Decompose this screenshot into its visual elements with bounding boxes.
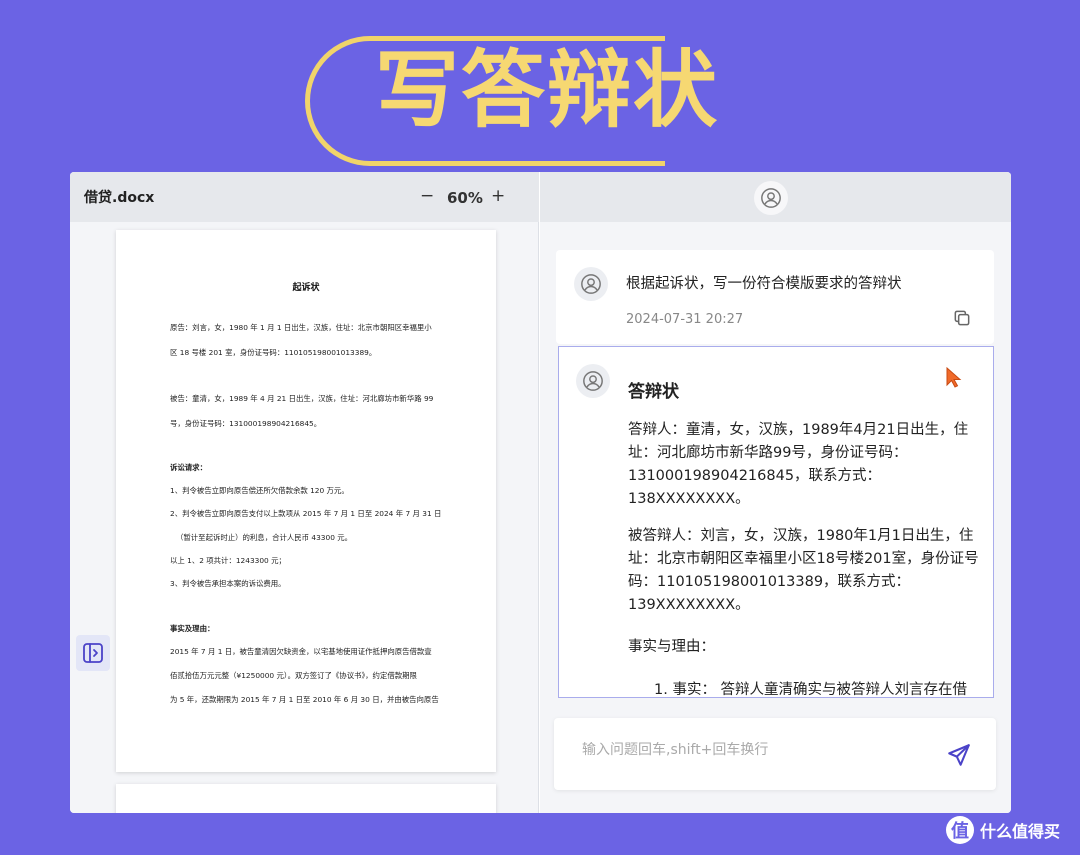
document-page: 起诉状 原告：刘言，女，1980 年 1 月 1 日出生，汉族，住址：北京市朝阳… xyxy=(116,230,496,772)
copy-icon[interactable] xyxy=(952,308,972,328)
document-line: 3、判令被告承担本案的诉讼费用。 xyxy=(170,579,286,588)
user-message-card: 根据起诉状，写一份符合模版要求的答辩状 2024-07-31 20:27 xyxy=(556,250,994,344)
zoom-in-button[interactable]: + xyxy=(491,186,505,206)
watermark-logo: 值 xyxy=(946,816,974,844)
document-line: 被告：童清，女，1989 年 4 月 21 日出生，汉族，住址：河北廊坊市新华路… xyxy=(170,394,434,403)
answer-paragraph: 答辩人：童清，女，汉族，1989年4月21日出生，住址：河北廊坊市新华路99号，… xyxy=(628,422,969,507)
document-line: 以上 1、2 项共计：1243300 元； xyxy=(170,556,286,565)
chat-panel: 根据起诉状，写一份符合模版要求的答辩状 2024-07-31 20:27 答辩状… xyxy=(540,172,1011,813)
document-line: （暂计至起诉时止）的利息，合计人民币 43300 元。 xyxy=(176,533,353,542)
document-line: 2015 年 7 月 1 日，被告童清因欠缺资金，以宅基地使用证作抵押向原告借款… xyxy=(170,647,432,656)
document-panel: 借贷.docx − 60% + 起诉状 原告：刘言，女，1980 年 1 月 1… xyxy=(70,172,539,813)
banner-title: 写答辩状 xyxy=(375,41,720,139)
document-line: 为 5 年，还款期限为 2015 年 7 月 1 日至 2010 年 6 月 3… xyxy=(170,695,439,704)
document-line: 1、判令被告立即向原告偿还所欠借款余款 120 万元。 xyxy=(170,486,349,495)
document-title: 起诉状 xyxy=(292,283,320,293)
document-line: 佰贰拾伍万元元整（¥1250000 元）。双方签订了《协议书》，约定借款期限 xyxy=(170,671,417,680)
document-line: 号，身份证号码：131000198904216845。 xyxy=(170,419,322,428)
avatar xyxy=(576,364,610,398)
answer-section-heading: 事实与理由： xyxy=(628,639,715,655)
document-line: 诉讼请求： xyxy=(170,463,207,472)
avatar[interactable] xyxy=(754,181,788,215)
answer-paragraph: 被答辩人：刘言，女，汉族，1980年1月1日出生，住址：北京市朝阳区幸福里小区1… xyxy=(628,528,979,613)
mouse-cursor-icon xyxy=(946,367,962,388)
chat-input-box xyxy=(554,718,996,790)
zoom-level: 60% xyxy=(447,189,483,207)
avatar xyxy=(574,267,608,301)
assistant-icon xyxy=(583,371,603,391)
watermark: 值 什么值得买 xyxy=(946,816,1060,844)
send-icon[interactable] xyxy=(946,742,972,768)
chat-header xyxy=(540,172,1011,222)
chat-input[interactable] xyxy=(582,742,942,758)
document-line: 区 18 号楼 201 室，身份证号码：110105198001013389。 xyxy=(170,348,377,357)
message-timestamp: 2024-07-31 20:27 xyxy=(626,312,744,327)
assistant-message-card: 答辩状 答辩人：童清，女，汉族，1989年4月21日出生，住址：河北廊坊市新华路… xyxy=(558,346,994,698)
user-message-text: 根据起诉状，写一份符合模版要求的答辩状 xyxy=(626,276,902,292)
document-line: 事实及理由： xyxy=(170,624,215,633)
sidebar-toggle-button[interactable] xyxy=(76,635,110,671)
watermark-text: 什么值得买 xyxy=(980,822,1061,841)
document-toolbar: 借贷.docx − 60% + xyxy=(70,172,539,222)
document-next-page xyxy=(116,784,496,813)
zoom-out-button[interactable]: − xyxy=(420,186,434,206)
document-line: 原告：刘言，女，1980 年 1 月 1 日出生，汉族，住址：北京市朝阳区幸福里… xyxy=(170,323,432,332)
user-icon xyxy=(581,274,601,294)
answer-paragraph: 1. 事实： 答辩人童清确实与被答辩人刘言存在借 xyxy=(654,682,968,698)
document-line: 2、判令被告立即向原告支付以上款项从 2015 年 7 月 1 日至 2024 … xyxy=(170,509,442,518)
answer-title: 答辩状 xyxy=(628,382,679,402)
app-window: 借贷.docx − 60% + 起诉状 原告：刘言，女，1980 年 1 月 1… xyxy=(70,172,1011,813)
user-icon xyxy=(761,188,781,208)
file-name: 借贷.docx xyxy=(84,190,155,206)
sidebar-toggle-icon xyxy=(83,643,103,663)
